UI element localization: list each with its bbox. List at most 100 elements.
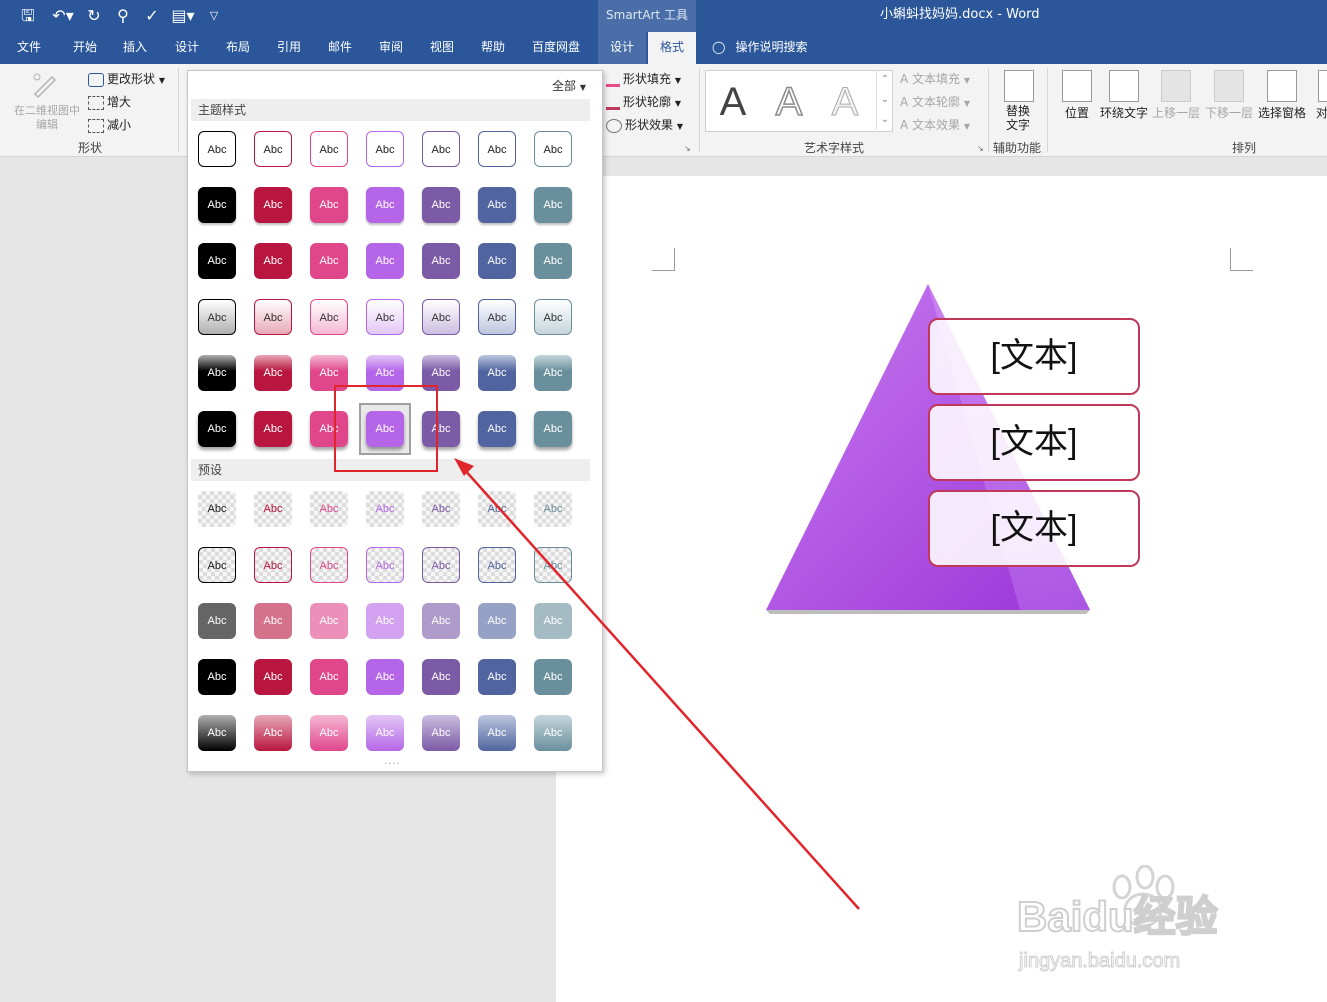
theme-style-swatch[interactable]: Abc (478, 187, 516, 223)
preset-style-swatch[interactable]: Abc (198, 603, 236, 639)
preset-style-swatch[interactable]: Abc (310, 659, 348, 695)
preset-style-swatch[interactable]: Abc (422, 491, 460, 527)
wordart-style-3[interactable]: A (822, 79, 868, 125)
tab-home[interactable]: 开始 (62, 32, 108, 64)
theme-style-swatch[interactable]: Abc (254, 355, 292, 391)
shape-fill-button[interactable]: 形状填充 ▼ (606, 70, 681, 87)
theme-style-swatch[interactable]: Abc (534, 411, 572, 447)
preset-style-swatch[interactable]: Abc (422, 547, 460, 583)
theme-style-swatch[interactable]: Abc (254, 131, 292, 167)
change-shape-button[interactable]: 更改形状 ▼ (88, 70, 165, 87)
theme-style-swatch[interactable]: Abc (254, 243, 292, 279)
save-icon[interactable]: 🖫 (18, 5, 38, 27)
tab-view[interactable]: 视图 (419, 32, 465, 64)
wordart-gallery[interactable]: A A A (705, 70, 893, 132)
shape-effects-button[interactable]: 形状效果 ▼ (606, 116, 683, 133)
theme-style-swatch[interactable]: Abc (534, 243, 572, 279)
smartart-text-box-1[interactable]: [文本] (928, 318, 1140, 395)
smartart-text-box-2[interactable]: [文本] (928, 404, 1140, 481)
edit-in-2d-button[interactable]: 在二维视图中 编辑 (6, 68, 84, 134)
theme-style-swatch[interactable]: Abc (198, 411, 236, 447)
wordart-style-1[interactable]: A (710, 79, 756, 125)
preset-style-swatch[interactable]: Abc (366, 659, 404, 695)
preset-style-swatch[interactable]: Abc (254, 603, 292, 639)
gallery-filter-dropdown[interactable]: 全部 ▼ (552, 77, 586, 94)
theme-style-swatch[interactable]: Abc (366, 299, 404, 335)
text-effects-button[interactable]: A 文本效果 ▼ (900, 116, 970, 133)
tab-smartart-design[interactable]: 设计 (598, 32, 646, 64)
preset-style-swatch[interactable]: Abc (254, 715, 292, 751)
preset-style-swatch[interactable]: Abc (478, 715, 516, 751)
theme-style-swatch[interactable]: Abc (422, 299, 460, 335)
preset-style-swatch[interactable]: Abc (310, 603, 348, 639)
customize-qat-icon[interactable]: ▽ (206, 5, 222, 27)
preset-style-swatch[interactable]: Abc (534, 715, 572, 751)
preset-style-swatch[interactable]: Abc (366, 491, 404, 527)
theme-style-swatch[interactable]: Abc (366, 243, 404, 279)
smartart-text-box-3[interactable]: [文本] (928, 490, 1140, 567)
theme-style-swatch[interactable]: Abc (478, 411, 516, 447)
theme-style-swatch[interactable]: Abc (310, 299, 348, 335)
theme-style-swatch[interactable]: Abc (422, 187, 460, 223)
theme-style-swatch[interactable]: Abc (366, 131, 404, 167)
theme-style-swatch[interactable]: Abc (422, 243, 460, 279)
theme-style-swatch[interactable]: Abc (478, 243, 516, 279)
tab-mailings[interactable]: 邮件 (317, 32, 363, 64)
theme-style-swatch[interactable]: Abc (198, 299, 236, 335)
tab-baidu-netdisk[interactable]: 百度网盘 (524, 32, 588, 64)
new-document-icon[interactable]: ▤▾ (168, 5, 198, 27)
preset-style-swatch[interactable]: Abc (422, 715, 460, 751)
preset-style-swatch[interactable]: Abc (310, 547, 348, 583)
tab-review[interactable]: 审阅 (368, 32, 414, 64)
theme-style-swatch[interactable]: Abc (310, 187, 348, 223)
theme-style-swatch[interactable]: Abc (478, 131, 516, 167)
tell-me-search[interactable]: ◯ 操作说明搜索 (712, 32, 807, 64)
preset-style-swatch[interactable]: Abc (198, 715, 236, 751)
theme-style-swatch[interactable]: Abc (198, 243, 236, 279)
print-preview-icon[interactable]: ⚲ (113, 5, 133, 27)
preset-style-swatch[interactable]: Abc (478, 547, 516, 583)
position-button[interactable]: 位置 (1058, 68, 1096, 134)
dialog-launcher-icon[interactable]: ↘ (684, 144, 691, 153)
preset-style-swatch[interactable]: Abc (198, 491, 236, 527)
tab-references[interactable]: 引用 (266, 32, 312, 64)
scroll-down-icon[interactable]: ⌄ (877, 90, 893, 110)
preset-style-swatch[interactable]: Abc (478, 603, 516, 639)
preset-style-swatch[interactable]: Abc (478, 659, 516, 695)
theme-style-swatch[interactable]: Abc (254, 299, 292, 335)
preset-style-swatch[interactable]: Abc (534, 547, 572, 583)
theme-style-swatch[interactable]: Abc (478, 299, 516, 335)
shape-outline-button[interactable]: 形状轮廓 ▼ (606, 93, 681, 110)
preset-style-swatch[interactable]: Abc (198, 659, 236, 695)
preset-style-swatch[interactable]: Abc (422, 659, 460, 695)
preset-style-swatch[interactable]: Abc (422, 603, 460, 639)
theme-style-swatch[interactable]: Abc (198, 187, 236, 223)
spelling-icon[interactable]: ✓ (142, 5, 162, 27)
send-backward-button[interactable]: 下移一层 (1203, 68, 1255, 134)
align-button[interactable]: 对 (1312, 68, 1327, 134)
preset-style-swatch[interactable]: Abc (254, 491, 292, 527)
theme-style-swatch[interactable]: Abc (310, 243, 348, 279)
preset-style-swatch[interactable]: Abc (534, 491, 572, 527)
preset-style-swatch[interactable]: Abc (366, 547, 404, 583)
preset-style-swatch[interactable]: Abc (366, 715, 404, 751)
theme-style-swatch[interactable]: Abc (534, 131, 572, 167)
undo-icon[interactable]: ↶▾ (50, 5, 76, 27)
scroll-up-icon[interactable]: ⌃ (877, 70, 893, 90)
preset-style-swatch[interactable]: Abc (478, 491, 516, 527)
dialog-launcher-icon[interactable]: ↘ (977, 144, 984, 153)
theme-style-swatch[interactable]: Abc (198, 355, 236, 391)
theme-style-swatch[interactable]: Abc (198, 131, 236, 167)
preset-style-swatch[interactable]: Abc (254, 659, 292, 695)
preset-style-swatch[interactable]: Abc (534, 659, 572, 695)
theme-style-swatch[interactable]: Abc (478, 355, 516, 391)
preset-style-swatch[interactable]: Abc (366, 603, 404, 639)
wordart-scroll[interactable]: ⌃ ⌄ ⌄ (876, 70, 893, 130)
alt-text-button[interactable]: 替换 文字 (996, 68, 1040, 134)
text-outline-button[interactable]: A 文本轮廓 ▼ (900, 93, 970, 110)
tab-insert[interactable]: 插入 (112, 32, 158, 64)
theme-style-swatch[interactable]: Abc (254, 187, 292, 223)
theme-style-swatch[interactable]: Abc (254, 411, 292, 447)
preset-style-swatch[interactable]: Abc (534, 603, 572, 639)
theme-style-swatch[interactable]: Abc (534, 355, 572, 391)
